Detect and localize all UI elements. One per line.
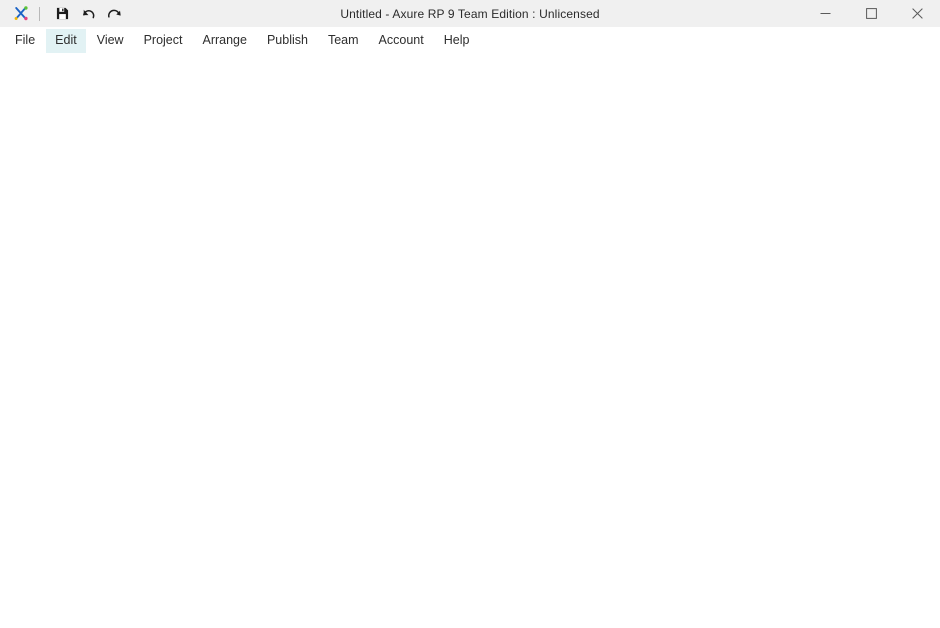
close-button[interactable]: [894, 0, 940, 27]
toolbar-separator: [39, 6, 40, 21]
menu-item-view[interactable]: View: [88, 29, 133, 53]
menu-item-account[interactable]: Account: [370, 29, 433, 53]
title-bar: Untitled - Axure RP 9 Team Edition : Unl…: [0, 0, 940, 27]
menu-item-publish[interactable]: Publish: [258, 29, 317, 53]
menu-item-edit[interactable]: Edit: [46, 29, 86, 53]
maximize-button[interactable]: [848, 0, 894, 27]
window-title: Untitled - Axure RP 9 Team Edition : Unl…: [340, 6, 600, 21]
menu-item-project[interactable]: Project: [135, 29, 192, 53]
save-button[interactable]: [49, 2, 75, 26]
undo-button[interactable]: [75, 2, 101, 26]
window-title-container: Untitled - Axure RP 9 Team Edition : Unl…: [0, 0, 940, 27]
minimize-button[interactable]: [802, 0, 848, 27]
title-bar-toolbar: [0, 0, 127, 27]
menu-bar: File Edit View Project Arrange Publish T…: [0, 27, 940, 55]
menu-item-team[interactable]: Team: [319, 29, 368, 53]
menu-item-file[interactable]: File: [6, 29, 44, 53]
window-controls: [802, 0, 940, 27]
menu-item-arrange[interactable]: Arrange: [193, 29, 255, 53]
axure-logo-icon[interactable]: [10, 3, 32, 25]
menu-item-help[interactable]: Help: [435, 29, 479, 53]
axure-application-window: Untitled - Axure RP 9 Team Edition : Unl…: [0, 0, 940, 628]
canvas-workspace[interactable]: [0, 55, 940, 628]
redo-button[interactable]: [101, 2, 127, 26]
